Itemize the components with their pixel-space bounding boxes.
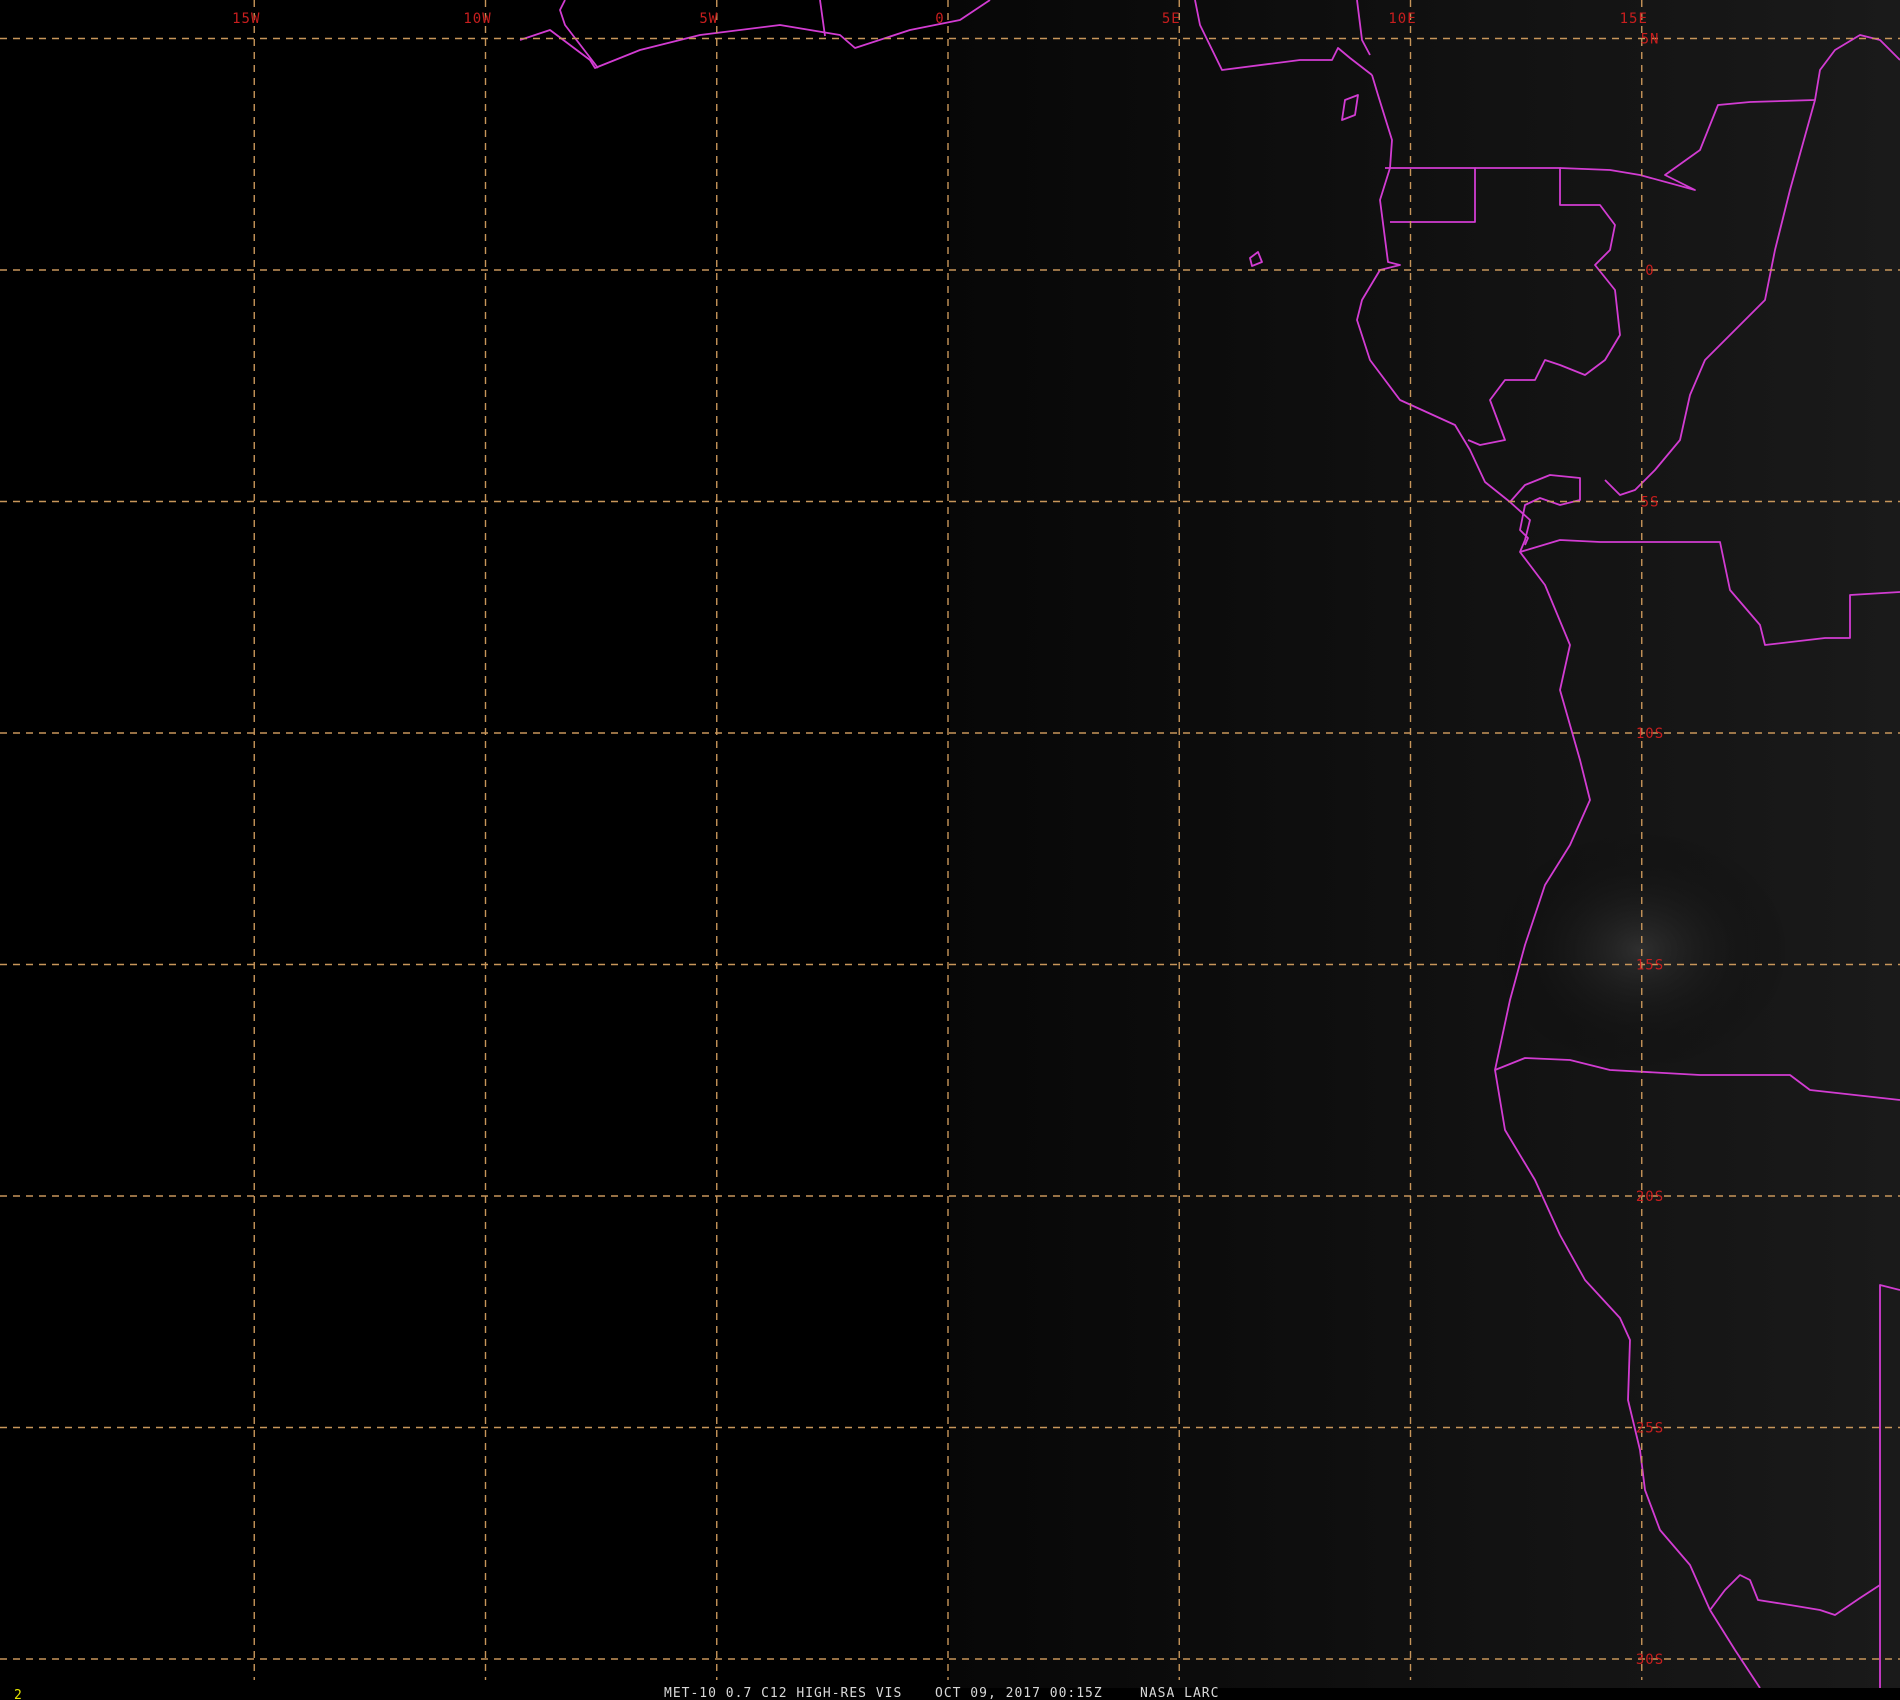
longitude-label: 5W [699,11,718,27]
satellite-map: 15W 10W 5W 0 5E 10E 15E 5N 0 5S 10S 15S 20S 25S 30S 2… [0,0,1900,1700]
latitude-label: 20S [1636,1189,1664,1205]
latitude-label: 0 [1645,263,1654,279]
longitude-label: 15W [232,11,260,27]
latitude-label: 30S [1636,1652,1664,1668]
timestamp-label: OCT 09, 2017 00:15Z [935,1686,1103,1700]
product-label: MET-10 0.7 C12 HIGH-RES VIS [664,1686,902,1700]
longitude-label: 0 [935,11,944,27]
illuminated-region [950,0,1900,1688]
latitude-label: 5N [1641,32,1660,48]
latitude-label: 25S [1636,1421,1664,1437]
frame-number: 2 [14,1688,22,1700]
source-label: NASA LARC [1140,1686,1219,1700]
latitude-label: 5S [1641,495,1660,511]
longitude-label: 10E [1388,11,1416,27]
longitude-label: 10W [463,11,491,27]
latitude-label: 15S [1636,958,1664,974]
sunglint-region [1490,830,1790,1070]
longitude-label: 5E [1162,11,1181,27]
longitude-label: 15E [1620,11,1648,27]
latitude-label: 10S [1636,726,1664,742]
